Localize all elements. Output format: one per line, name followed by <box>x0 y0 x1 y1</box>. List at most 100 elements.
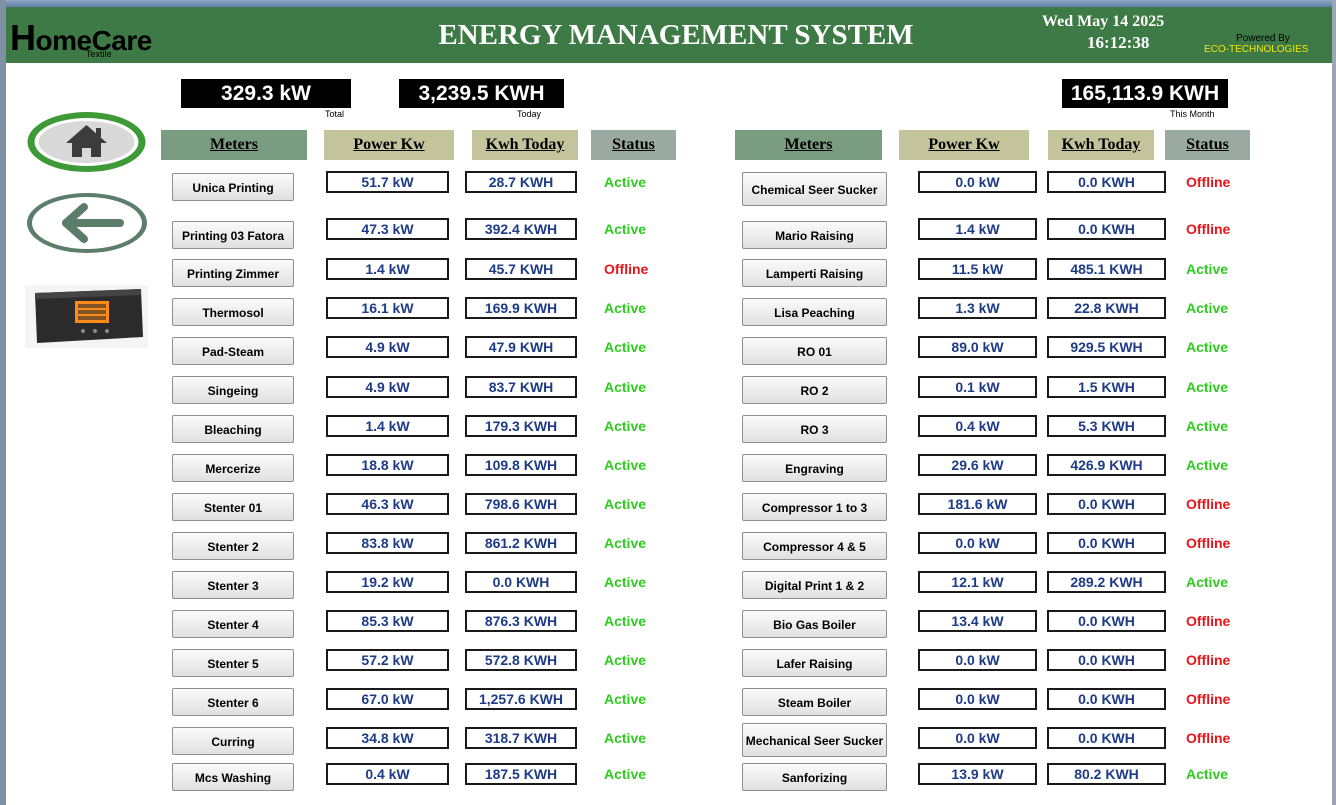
total-power-value: 329.3 kW <box>181 79 351 108</box>
status-badge: Active <box>1186 261 1229 277</box>
kwh-today-value: 83.7 KWH <box>465 376 577 398</box>
status-badge: Offline <box>1186 652 1231 668</box>
meter-button[interactable]: Chemical Seer Sucker <box>742 172 887 206</box>
home-button[interactable] <box>25 110 148 174</box>
meter-button[interactable]: Lafer Raising <box>742 649 887 677</box>
left-power-header: Power Kw <box>324 130 454 160</box>
kwh-today-value: 861.2 KWH <box>465 532 577 554</box>
meter-button[interactable]: Lisa Peaching <box>742 298 887 326</box>
kwh-today-value: 5.3 KWH <box>1047 415 1166 437</box>
status-badge: Offline <box>1186 691 1231 707</box>
logo-subtitle: Textile <box>86 49 112 59</box>
meter-button[interactable]: Stenter 01 <box>172 493 294 521</box>
status-badge: Active <box>604 457 647 473</box>
meter-button[interactable]: Stenter 3 <box>172 571 294 599</box>
meter-button[interactable]: Bio Gas Boiler <box>742 610 887 638</box>
power-value: 0.0 kW <box>918 171 1037 193</box>
left-meters-header: Meters <box>161 130 307 160</box>
meter-button[interactable]: Thermosol <box>172 298 294 326</box>
kwh-today-value: 179.3 KWH <box>465 415 577 437</box>
right-meters-header: Meters <box>735 130 882 160</box>
meter-button[interactable]: Compressor 4 & 5 <box>742 532 887 560</box>
power-value: 18.8 kW <box>326 454 449 476</box>
status-badge: Active <box>1186 339 1229 355</box>
meter-button[interactable]: Pad-Steam <box>172 337 294 365</box>
power-value: 12.1 kW <box>918 571 1037 593</box>
logo-initial: H <box>10 17 36 58</box>
meter-button[interactable]: RO 01 <box>742 337 887 365</box>
window-left-border <box>0 0 6 805</box>
power-value: 0.0 kW <box>918 727 1037 749</box>
power-value: 89.0 kW <box>918 336 1037 358</box>
power-value: 4.9 kW <box>326 376 449 398</box>
meter-button[interactable]: Mechanical Seer Sucker <box>742 723 887 757</box>
meter-button[interactable]: Curring <box>172 727 294 755</box>
power-value: 19.2 kW <box>326 571 449 593</box>
status-badge: Active <box>604 574 647 590</box>
status-badge: Active <box>604 174 647 190</box>
status-badge: Offline <box>1186 221 1231 237</box>
meter-button[interactable]: Digital Print 1 & 2 <box>742 571 887 599</box>
meter-button[interactable]: Compressor 1 to 3 <box>742 493 887 521</box>
status-badge: Active <box>1186 418 1229 434</box>
meter-button[interactable]: Stenter 6 <box>172 688 294 716</box>
kwh-today-value: 392.4 KWH <box>465 218 577 240</box>
status-badge: Active <box>1186 300 1229 316</box>
current-date: Wed May 14 2025 <box>1042 13 1165 30</box>
power-value: 67.0 kW <box>326 688 449 710</box>
meter-button[interactable]: Engraving <box>742 454 887 482</box>
right-power-header: Power Kw <box>899 130 1029 160</box>
meter-button[interactable]: Sanforizing <box>742 763 887 791</box>
power-value: 46.3 kW <box>326 493 449 515</box>
kwh-today-value: 289.2 KWH <box>1047 571 1166 593</box>
meter-button[interactable]: Bleaching <box>172 415 294 443</box>
status-badge: Active <box>604 418 647 434</box>
today-energy-value: 3,239.5 KWH <box>399 79 564 108</box>
power-value: 1.3 kW <box>918 297 1037 319</box>
kwh-today-value: 876.3 KWH <box>465 610 577 632</box>
kwh-today-value: 0.0 KWH <box>1047 171 1166 193</box>
kwh-today-value: 28.7 KWH <box>465 171 577 193</box>
meter-button[interactable]: Mercerize <box>172 454 294 482</box>
meter-button[interactable]: RO 3 <box>742 415 887 443</box>
kwh-today-value: 0.0 KWH <box>465 571 577 593</box>
meter-button[interactable]: Mario Raising <box>742 221 887 249</box>
kwh-today-value: 109.8 KWH <box>465 454 577 476</box>
meter-button[interactable]: Steam Boiler <box>742 688 887 716</box>
kwh-today-value: 80.2 KWH <box>1047 763 1166 785</box>
total-power-caption: Total <box>325 109 345 119</box>
status-badge: Active <box>604 496 647 512</box>
status-badge: Offline <box>1186 730 1231 746</box>
kwh-today-value: 426.9 KWH <box>1047 454 1166 476</box>
back-button[interactable] <box>24 191 150 255</box>
status-badge: Active <box>1186 766 1229 782</box>
meter-button[interactable]: Stenter 4 <box>172 610 294 638</box>
meter-button[interactable]: Mcs Washing <box>172 763 294 791</box>
right-kwh-header: Kwh Today <box>1048 130 1154 160</box>
power-value: 1.4 kW <box>326 258 449 280</box>
kwh-today-value: 0.0 KWH <box>1047 688 1166 710</box>
power-value: 181.6 kW <box>918 493 1037 515</box>
meter-button[interactable]: Lamperti Raising <box>742 259 887 287</box>
kwh-today-value: 0.0 KWH <box>1047 649 1166 671</box>
power-value: 85.3 kW <box>326 610 449 632</box>
power-value: 0.4 kW <box>326 763 449 785</box>
kwh-today-value: 45.7 KWH <box>465 258 577 280</box>
meter-button[interactable]: Unica Printing <box>172 173 294 201</box>
energy-meter-image[interactable] <box>25 285 148 348</box>
kwh-today-value: 0.0 KWH <box>1047 493 1166 515</box>
meter-button[interactable]: RO 2 <box>742 376 887 404</box>
meter-button[interactable]: Stenter 2 <box>172 532 294 560</box>
meter-button[interactable]: Printing Zimmer <box>172 259 294 287</box>
status-badge: Offline <box>604 261 649 277</box>
window-top-border <box>0 0 1336 7</box>
meter-button[interactable]: Singeing <box>172 376 294 404</box>
current-time: 16:12:38 <box>1087 33 1150 52</box>
status-badge: Active <box>604 730 647 746</box>
status-badge: Active <box>604 691 647 707</box>
meter-button[interactable]: Stenter 5 <box>172 649 294 677</box>
meter-button[interactable]: Printing 03 Fatora <box>172 221 294 249</box>
status-badge: Active <box>604 221 647 237</box>
home-icon <box>27 112 146 172</box>
kwh-today-value: 0.0 KWH <box>1047 532 1166 554</box>
